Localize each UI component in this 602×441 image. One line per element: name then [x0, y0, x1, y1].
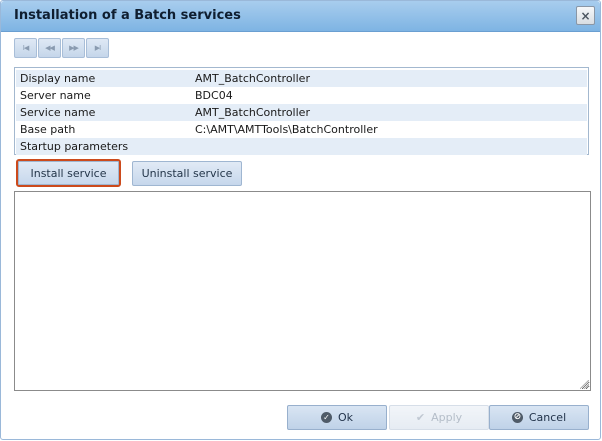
- close-icon[interactable]: ×: [576, 6, 595, 25]
- property-label: Startup parameters: [20, 140, 129, 153]
- record-navigation: I◀ ◀◀ ▶▶ ▶I: [14, 38, 109, 58]
- uninstall-service-button[interactable]: Uninstall service: [132, 161, 242, 186]
- property-value: AMT_BatchController: [195, 72, 310, 85]
- dialog-title: Installation of a Batch services: [14, 8, 241, 23]
- next-record-button[interactable]: ▶▶: [62, 38, 85, 58]
- property-label: Display name: [20, 72, 96, 85]
- property-row-display-name[interactable]: Display name AMT_BatchController: [16, 70, 587, 87]
- ok-button[interactable]: ✓ Ok: [287, 405, 387, 430]
- property-label: Base path: [20, 123, 76, 136]
- property-label: Service name: [20, 106, 96, 119]
- property-row-startup-parameters[interactable]: Startup parameters: [16, 138, 587, 155]
- output-textarea[interactable]: [14, 191, 591, 391]
- previous-record-button[interactable]: ◀◀: [38, 38, 61, 58]
- property-value: [191, 138, 587, 155]
- property-value: AMT_BatchController: [195, 106, 310, 119]
- batch-install-dialog: Installation of a Batch services × I◀ ◀◀…: [0, 0, 601, 440]
- dialog-titlebar[interactable]: Installation of a Batch services ×: [1, 1, 600, 32]
- cancel-label: Cancel: [528, 411, 567, 424]
- ok-label: Ok: [337, 411, 354, 424]
- property-value: C:\AMT\AMTTools\BatchController: [195, 123, 378, 136]
- last-record-button[interactable]: ▶I: [86, 38, 109, 58]
- resize-grip-icon[interactable]: [580, 380, 589, 389]
- cancel-button[interactable]: ⊘ Cancel: [489, 405, 589, 430]
- install-service-button[interactable]: Install service: [16, 159, 121, 187]
- apply-label: Apply: [431, 411, 463, 424]
- property-value: BDC04: [195, 89, 233, 102]
- apply-button[interactable]: ✔ Apply: [389, 405, 489, 430]
- first-record-button[interactable]: I◀: [14, 38, 37, 58]
- property-label: Server name: [20, 89, 91, 102]
- checkmark-icon: ✔: [415, 411, 426, 424]
- service-properties-grid: Display name AMT_BatchController Server …: [14, 67, 589, 155]
- check-circle-icon: ✓: [320, 412, 332, 423]
- property-row-server-name[interactable]: Server name BDC04: [16, 87, 587, 104]
- cancel-circle-icon: ⊘: [511, 412, 523, 423]
- property-row-service-name[interactable]: Service name AMT_BatchController: [16, 104, 587, 121]
- property-row-base-path[interactable]: Base path C:\AMT\AMTTools\BatchControlle…: [16, 121, 587, 138]
